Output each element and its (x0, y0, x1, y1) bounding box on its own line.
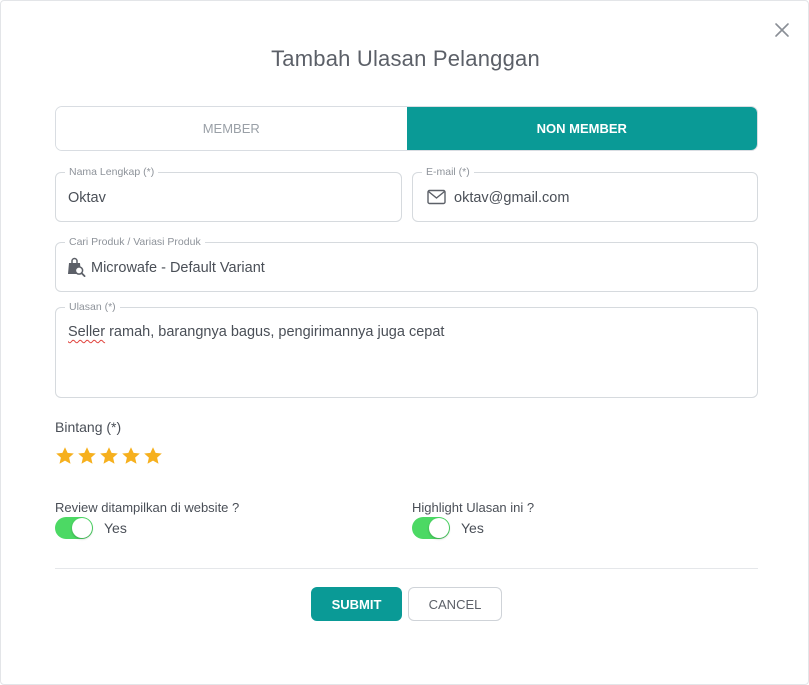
mail-icon (427, 189, 446, 210)
toggle-knob (429, 518, 449, 538)
product-search-label: Cari Produk / Variasi Produk (65, 235, 205, 249)
review-modal: Tambah Ulasan Pelanggan MEMBER NON MEMBE… (0, 0, 809, 685)
show-on-website-label: Review ditampilkan di website ? (55, 500, 240, 515)
star-icon[interactable] (143, 446, 163, 466)
footer-divider (55, 568, 758, 569)
submit-button[interactable]: SUBMIT (311, 587, 402, 621)
name-field-label: Nama Lengkap (*) (65, 165, 159, 179)
star-rating[interactable] (55, 446, 163, 466)
highlight-state: Yes (461, 520, 484, 536)
name-field-value: Oktav (68, 190, 106, 206)
review-text-misspelled-word: Seller (68, 324, 106, 340)
email-field-value: oktav@gmail.com (454, 190, 570, 206)
show-on-website-toggle[interactable] (55, 517, 93, 539)
star-icon[interactable] (99, 446, 119, 466)
toggle-knob (72, 518, 92, 538)
star-icon[interactable] (55, 446, 75, 466)
product-search-icon (66, 257, 86, 283)
show-on-website-state: Yes (104, 520, 127, 536)
product-search-field[interactable]: Cari Produk / Variasi Produk Microwafe -… (55, 235, 758, 292)
modal-title: Tambah Ulasan Pelanggan (271, 46, 540, 71)
email-field[interactable]: E-mail (*) oktav@gmail.com (412, 165, 758, 222)
star-icon[interactable] (77, 446, 97, 466)
review-textarea[interactable]: Ulasan (*) Seller ramah, barangnya bagus… (55, 300, 758, 398)
cancel-button[interactable]: CANCEL (408, 587, 502, 621)
review-text-rest: ramah, barangnya bagus, pengirimannya ju… (105, 324, 445, 340)
product-search-value: Microwafe - Default Variant (91, 260, 265, 276)
review-text: Seller ramah, barangnya bagus, pengirima… (68, 324, 444, 340)
close-icon[interactable] (772, 20, 792, 40)
highlight-label: Highlight Ulasan ini ? (412, 500, 535, 515)
star-icon[interactable] (121, 446, 141, 466)
tab-member[interactable]: MEMBER (56, 107, 407, 150)
review-field-label: Ulasan (*) (65, 300, 120, 314)
member-type-toggle: MEMBER NON MEMBER (55, 106, 758, 151)
highlight-toggle[interactable] (412, 517, 450, 539)
email-field-label: E-mail (*) (422, 165, 474, 179)
name-field[interactable]: Nama Lengkap (*) Oktav (55, 165, 402, 222)
rating-label: Bintang (*) (55, 419, 122, 435)
tab-non-member[interactable]: NON MEMBER (406, 107, 757, 150)
